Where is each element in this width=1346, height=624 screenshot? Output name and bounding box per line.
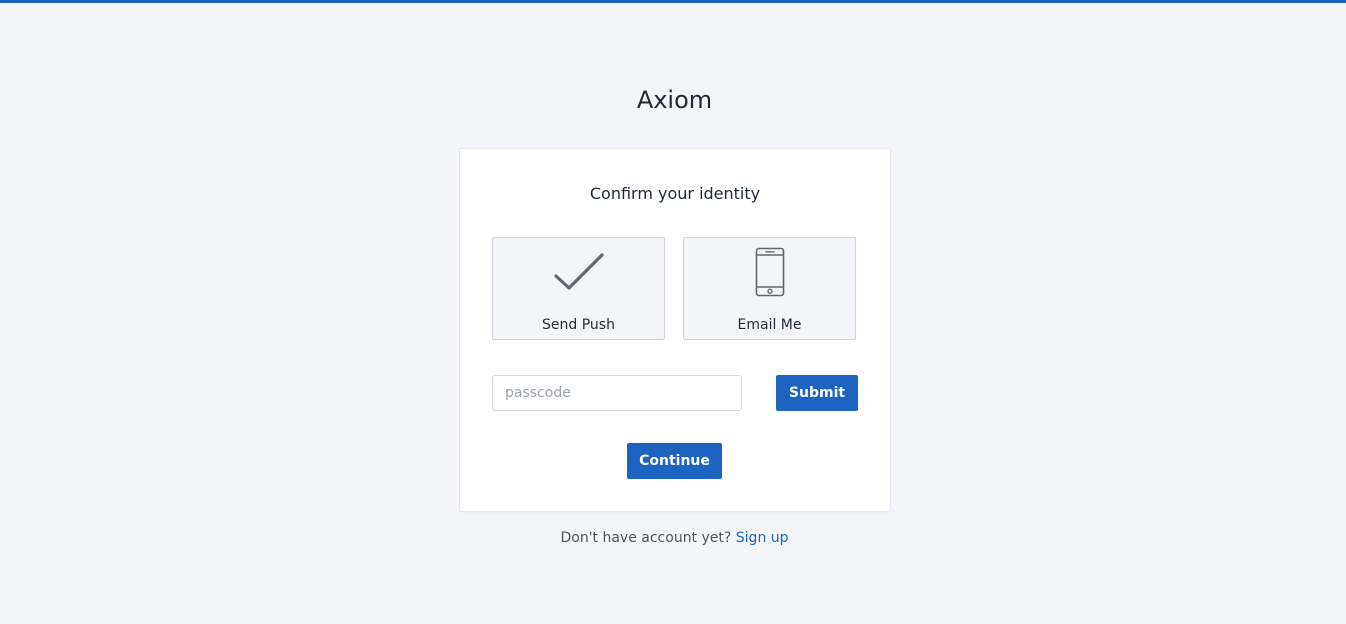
signup-prompt-text: Don't have account yet? xyxy=(560,530,732,546)
email-me-label: Email Me xyxy=(737,317,802,333)
submit-button[interactable]: Submit xyxy=(776,375,858,411)
smartphone-icon xyxy=(684,246,855,298)
checkmark-icon xyxy=(493,246,664,298)
sign-up-link[interactable]: Sign up xyxy=(736,530,789,546)
top-accent-bar xyxy=(0,0,1346,3)
identity-card: Confirm your identity Send Push Email Me… xyxy=(459,148,891,512)
passcode-input[interactable] xyxy=(492,375,742,411)
continue-button[interactable]: Continue xyxy=(627,443,722,479)
signup-prompt-row: Don't have account yet? Sign up xyxy=(0,528,1346,548)
email-me-button[interactable]: Email Me xyxy=(683,237,856,340)
send-push-button[interactable]: Send Push xyxy=(492,237,665,340)
card-heading: Confirm your identity xyxy=(589,184,761,203)
app-title: Axiom xyxy=(636,86,713,114)
send-push-label: Send Push xyxy=(542,317,615,333)
